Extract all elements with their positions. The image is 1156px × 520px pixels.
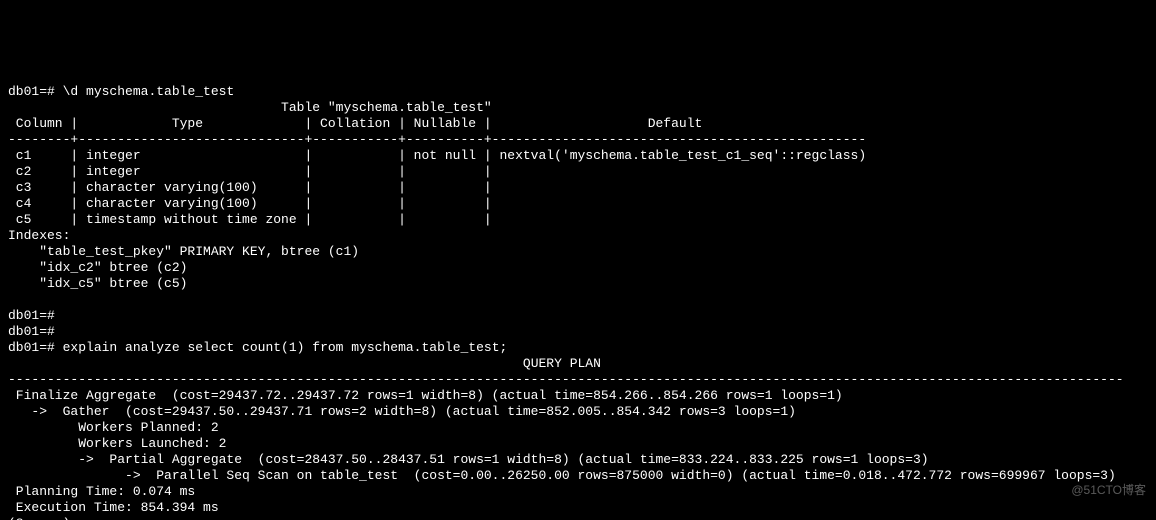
index-line: "idx_c2" btree (c2) [8, 260, 187, 275]
plan-sep: ----------------------------------------… [8, 372, 1124, 387]
index-line: "idx_c5" btree (c5) [8, 276, 187, 291]
table-title: Table "myschema.table_test" [281, 100, 492, 115]
planning-time: Planning Time: 0.074 ms [8, 484, 195, 499]
explain-command: explain analyze select count(1) from mys… [63, 340, 508, 355]
watermark: @51CTO博客 [1071, 482, 1146, 498]
prompt: db01=# [8, 308, 55, 323]
prompt: db01=# [8, 340, 55, 355]
table-row: c2 | integer | | | [8, 164, 492, 179]
describe-command: \d myschema.table_test [63, 84, 235, 99]
query-plan-label: QUERY PLAN [523, 356, 601, 371]
table-header-sep: --------+-----------------------------+-… [8, 132, 866, 147]
plan-line: Workers Launched: 2 [8, 436, 226, 451]
plan-line: -> Gather (cost=29437.50..29437.71 rows=… [8, 404, 796, 419]
plan-line: Workers Planned: 2 [8, 420, 219, 435]
prompt: db01=# [8, 324, 55, 339]
plan-line: -> Partial Aggregate (cost=28437.50..284… [8, 452, 929, 467]
table-row: c4 | character varying(100) | | | [8, 196, 492, 211]
table-row: c3 | character varying(100) | | | [8, 180, 492, 195]
index-line: "table_test_pkey" PRIMARY KEY, btree (c1… [8, 244, 359, 259]
plan-line: Finalize Aggregate (cost=29437.72..29437… [8, 388, 843, 403]
table-row: c5 | timestamp without time zone | | | [8, 212, 492, 227]
plan-line: -> Parallel Seq Scan on table_test (cost… [8, 468, 1116, 483]
table-header: Column | Type | Collation | Nullable | D… [8, 116, 702, 131]
execution-time: Execution Time: 854.394 ms [8, 500, 219, 515]
table-row: c1 | integer | | not null | nextval('mys… [8, 148, 866, 163]
prompt: db01=# [8, 84, 55, 99]
rows-footer: (8 rows) [8, 516, 70, 520]
indexes-label: Indexes: [8, 228, 70, 243]
terminal-output[interactable]: db01=# \d myschema.table_test Table "mys… [0, 80, 1156, 520]
